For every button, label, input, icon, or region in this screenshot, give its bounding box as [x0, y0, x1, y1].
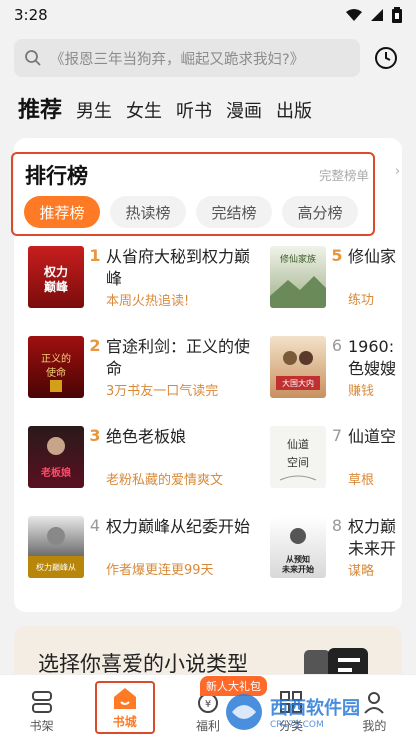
book-title: 修仙家 [348, 247, 397, 266]
book-tag: 老粉私藏的爱情爽文 [106, 473, 224, 488]
book-tag: 赚钱 [348, 384, 375, 399]
svg-text:空间: 空间 [287, 455, 309, 469]
book-cover: 从预知 未来开始 [270, 516, 326, 578]
watermark-logo-icon [226, 694, 262, 730]
rank-number: 3 [89, 426, 101, 445]
tab-comics[interactable]: 漫画 [226, 97, 262, 123]
book-title: 权力巅峰从纪委开始 [106, 517, 251, 536]
svg-text:使命: 使命 [46, 366, 66, 379]
rank-number: 1 [89, 246, 101, 265]
book-item[interactable]: 正义的 使命 2 官途利剑：正义的使命 3万书友一口气读完 [28, 336, 258, 400]
svg-text:老板娘: 老板娘 [40, 466, 71, 479]
watermark-text: 西西软件园 [270, 698, 360, 719]
svg-text:正义的: 正义的 [41, 352, 71, 365]
wifi-icon [346, 9, 362, 21]
svg-text:巅峰: 巅峰 [44, 279, 69, 294]
full-ranking-link[interactable]: 完整榜单 [319, 165, 369, 184]
svg-text:权力: 权力 [43, 264, 68, 279]
clock-icon [375, 47, 397, 69]
chip-hot[interactable]: 热读榜 [110, 196, 186, 228]
tab-audio[interactable]: 听书 [176, 97, 212, 123]
book-title: 权力巅未来开 [348, 517, 397, 558]
chevron-right-icon: › [395, 164, 401, 179]
book-tag: 练功 [348, 293, 375, 308]
tab-male[interactable]: 男生 [76, 97, 112, 123]
book-title: 1960:色嫂嫂 [348, 337, 397, 378]
rank-number: 8 [331, 516, 343, 535]
battery-icon [392, 7, 402, 23]
book-item[interactable]: 大国大内 6 1960:色嫂嫂 赚钱 [270, 336, 402, 400]
rank-number: 5 [331, 246, 343, 265]
svg-text:权力巅峰从: 权力巅峰从 [36, 562, 76, 572]
svg-text:修仙家族: 修仙家族 [280, 253, 316, 265]
svg-text:从预知: 从预知 [286, 554, 310, 564]
nav-bookstore[interactable]: 书城 [94, 681, 155, 734]
book-item[interactable]: 权力 巅峰 1 从省府大秘到权力巅峰 本周火热追读! [28, 246, 258, 310]
book-tag: 草根 [348, 473, 375, 488]
svg-text:大国大内: 大国大内 [282, 378, 314, 388]
svg-text:未来开始: 未来开始 [281, 564, 314, 574]
search-input[interactable]: 《报恩三年当狗弃，崛起又跪求我妇?》 [14, 39, 360, 77]
book-cover: 权力 巅峰 [28, 246, 84, 308]
book-title: 仙道空 [348, 427, 397, 446]
book-item[interactable]: 从预知 未来开始 8 权力巅未来开 谋略 [270, 516, 402, 580]
status-time: 3:28 [14, 6, 48, 24]
search-icon [25, 50, 41, 66]
book-title: 绝色老板娘 [106, 427, 187, 446]
rank-number: 2 [89, 336, 101, 355]
status-icons [346, 7, 402, 23]
book-tag: 谋略 [348, 564, 375, 579]
nav-label: 书城 [112, 715, 137, 729]
svg-text:¥: ¥ [205, 699, 211, 710]
book-cover: 老板娘 [28, 426, 84, 488]
book-cover: 修仙家族 [270, 246, 326, 308]
svg-text:仙道: 仙道 [287, 437, 309, 451]
tab-female[interactable]: 女生 [126, 97, 162, 123]
ranking-card: 排行榜 完整榜单 › 推荐榜 热读榜 完结榜 高分榜 权力 巅峰 1 从省府大秘到… [11, 138, 402, 612]
tab-recommend[interactable]: 推荐 [18, 92, 62, 124]
chip-finished[interactable]: 完结榜 [196, 196, 272, 228]
book-item[interactable]: 权力巅峰从 4 权力巅峰从纪委开始 作者爆更连更99天 [28, 516, 258, 580]
rank-number: 4 [89, 516, 101, 535]
nav-bookshelf[interactable]: 书架 [12, 689, 72, 734]
book-tag: 本周火热追读! [106, 294, 190, 309]
book-title: 从省府大秘到权力巅峰 [106, 247, 251, 288]
watermark-logo: 西西软件园 CR173.COM [222, 690, 412, 734]
history-button[interactable] [372, 44, 400, 72]
rank-number: 6 [331, 336, 343, 355]
chip-highscore[interactable]: 高分榜 [282, 196, 358, 228]
ranking-header: 排行榜 完整榜单 › 推荐榜 热读榜 完结榜 高分榜 [11, 152, 400, 236]
status-bar: 3:28 [0, 0, 416, 30]
search-placeholder: 《报恩三年当狗弃，崛起又跪求我妇?》 [50, 51, 305, 68]
book-item[interactable]: 老板娘 3 绝色老板娘 老粉私藏的爱情爽文 [28, 426, 258, 490]
ranking-chips: 推荐榜 热读榜 完结榜 高分榜 [24, 196, 358, 228]
nav-label: 书架 [29, 719, 54, 733]
nav-label: 福利 [195, 719, 220, 733]
book-cover: 仙道 空间 [270, 426, 326, 488]
signal-icon [371, 9, 383, 21]
chip-recommend[interactable]: 推荐榜 [24, 196, 100, 228]
book-tag: 3万书友一口气读完 [106, 384, 219, 399]
book-title: 官途利剑：正义的使命 [106, 337, 251, 378]
book-item[interactable]: 修仙家族 5 修仙家 练功 [270, 246, 402, 310]
ranking-title: 排行榜 [25, 164, 88, 188]
watermark-subtext: CR173.COM [270, 720, 324, 730]
category-tabs: 推荐 男生 女生 听书 漫画 出版 [18, 92, 312, 124]
book-cover: 大国大内 [270, 336, 326, 398]
book-tag: 作者爆更连更99天 [106, 563, 214, 578]
bookshelf-icon [31, 691, 52, 713]
home-icon [113, 688, 136, 709]
book-cover: 正义的 使命 [28, 336, 84, 398]
tab-publish[interactable]: 出版 [276, 97, 312, 123]
rank-number: 7 [331, 426, 343, 445]
book-item[interactable]: 仙道空间 7 仙道空 草根 [270, 426, 402, 490]
search-row: 《报恩三年当狗弃，崛起又跪求我妇?》 [14, 38, 402, 78]
book-cover: 权力巅峰从 [28, 516, 84, 578]
